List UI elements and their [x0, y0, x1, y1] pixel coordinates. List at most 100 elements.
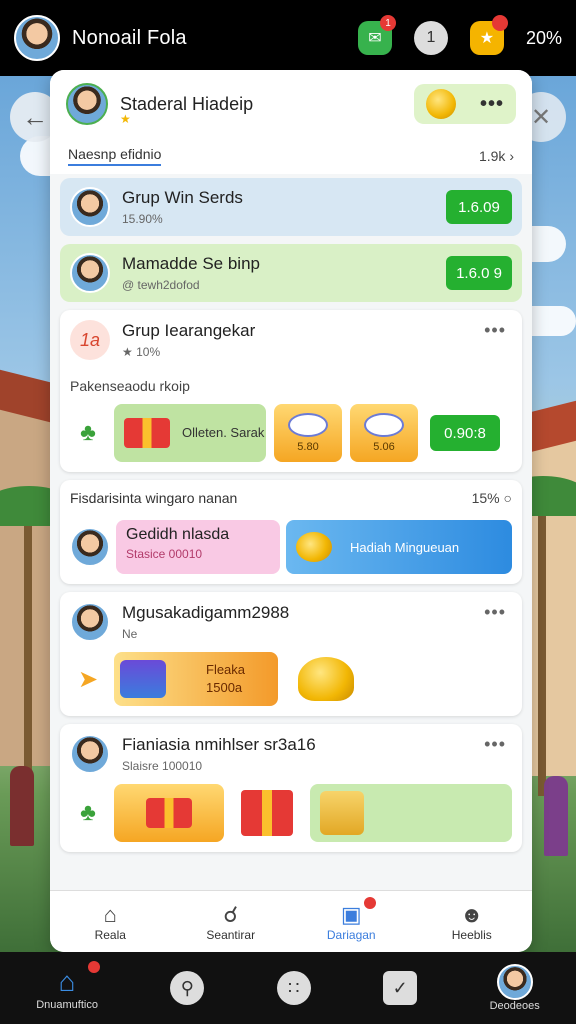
- group-name: Mamadde Se binp: [122, 254, 260, 273]
- home-icon: ⌂: [58, 966, 76, 997]
- offer-title: Gedidh nlasda: [126, 526, 230, 543]
- group-meta: 15.90%: [122, 212, 163, 226]
- dock-apps[interactable]: ∷: [276, 971, 311, 1005]
- reward-label: Fleaka 1500a: [206, 661, 246, 695]
- card-title: Grup Iearangekar: [122, 321, 256, 340]
- battery-level: 20%: [525, 27, 562, 48]
- group-avatar: [70, 187, 110, 227]
- offer-sub: Stasice 00010: [126, 547, 203, 561]
- profile-header: Staderal Hiadeip ★ •••: [50, 70, 532, 138]
- group-name: Grup Win Serds: [122, 188, 243, 207]
- claim-button[interactable]: 0.90:8: [430, 415, 500, 451]
- reward-tile[interactable]: Fleaka 1500a: [114, 652, 278, 706]
- gift-bag-icon: [320, 791, 364, 835]
- search-icon: ⚲: [170, 971, 205, 1005]
- main-panel: Staderal Hiadeip ★ ••• Naesnp efidnio 1.…: [50, 70, 532, 952]
- card-subtitle: Pakenseaodu rkoip: [70, 378, 190, 394]
- reward-tile[interactable]: 5.80: [274, 404, 342, 462]
- calendar-icon: ▣: [340, 901, 362, 927]
- gift-icon: [124, 418, 170, 448]
- notification-dot: [87, 961, 100, 973]
- reward-label: Olleten. Sarak: [182, 424, 265, 440]
- user-avatar[interactable]: [14, 15, 60, 61]
- event-card: Fisdarisinta wingaro nanan 15% ○ Gedidh …: [60, 480, 522, 584]
- offer-tile[interactable]: Gedidh nlasda Stasice 00010: [116, 520, 280, 574]
- weekly-prize-label: Hadiah Mingueuan: [350, 539, 460, 555]
- bottom-nav: ⌂ Reala ☌ Seantirar ▣ Dariagan ☻ Heeblis: [50, 890, 532, 952]
- reward-price: 5.06: [373, 441, 395, 453]
- dock-search[interactable]: ⚲: [170, 971, 205, 1005]
- nav-home[interactable]: ⌂ Reala: [50, 891, 171, 952]
- dock-home[interactable]: ⌂ Dnuamuftico: [36, 961, 100, 1011]
- profile-avatar: [496, 964, 533, 1000]
- dock-profile[interactable]: Deodeoes: [490, 964, 540, 1012]
- chat-icon[interactable]: ✉ 1: [357, 15, 396, 55]
- reward-icon[interactable]: ★: [469, 15, 508, 55]
- group-card: ••• Fianiasia nmihlser sr3a16 Slaisre 10…: [60, 724, 522, 852]
- chat-badge: 1: [379, 15, 396, 31]
- gift-tile[interactable]: [114, 784, 224, 842]
- info-icon[interactable]: 1: [413, 21, 448, 55]
- reward-badge: [491, 15, 508, 31]
- coin-stack-icon: [296, 532, 332, 562]
- basket-icon: [120, 660, 166, 698]
- home-icon: ⌂: [103, 901, 117, 927]
- group-row[interactable]: Grup Win Serds 15.90% 1.6.09: [60, 178, 522, 236]
- search-icon: ☌: [223, 901, 239, 927]
- group-logo: 1a: [70, 320, 110, 360]
- group-avatar: [70, 253, 110, 293]
- clover-icon: ♣: [80, 799, 96, 826]
- group-row[interactable]: Mamadde Se binp @ tewh2dofod 1.6.0 9: [60, 244, 522, 302]
- coin-icon[interactable]: [425, 89, 456, 119]
- reward-tile[interactable]: 5.06: [350, 404, 418, 462]
- profile-avatar[interactable]: [66, 83, 108, 125]
- card-title: Mgusakadigamm2988: [122, 603, 290, 622]
- bell-icon[interactable]: [298, 657, 354, 701]
- nav-groups[interactable]: ▣ Dariagan: [291, 891, 412, 952]
- gift-box-icon: [241, 790, 293, 836]
- card-count: 15% ○: [471, 490, 512, 506]
- gift-icon: [146, 798, 192, 828]
- app-title: Nonoail Fola: [72, 26, 187, 49]
- star-icon: ★: [120, 112, 131, 126]
- top-status-bar: Nonoail Fola ✉ 1 1 ★ 20%: [0, 0, 576, 76]
- reward-price: 5.80: [297, 441, 319, 453]
- clover-icon: ♣: [80, 419, 96, 446]
- section-count[interactable]: 1.9k ›: [479, 148, 514, 164]
- card-meta: ★ 10%: [122, 345, 161, 359]
- reward-tile[interactable]: Olleten. Sarak: [114, 404, 266, 462]
- more-options-icon[interactable]: •••: [484, 734, 506, 755]
- person-icon: ☻: [460, 901, 484, 927]
- group-action-button[interactable]: 1.6.0 9: [446, 256, 512, 290]
- member-avatar: [70, 527, 110, 567]
- group-card: ••• Mgusakadigamm2988 Ne ➤ Fleaka 1500a: [60, 592, 522, 716]
- group-action-button[interactable]: 1.6.09: [446, 190, 512, 224]
- system-dock: ⌂ Dnuamuftico ⚲ ∷ ✓ Deodeoes: [0, 952, 576, 1024]
- more-options-icon[interactable]: •••: [484, 320, 506, 341]
- card-meta: Ne: [122, 627, 138, 641]
- more-options-icon[interactable]: •••: [480, 93, 504, 116]
- check-icon: ✓: [383, 971, 418, 1005]
- carrot-icon: ➤: [77, 665, 99, 693]
- group-avatar: [70, 602, 110, 642]
- weekly-prize-button[interactable]: Hadiah Mingueuan: [286, 520, 512, 574]
- profile-actions: •••: [414, 84, 516, 124]
- plate-icon: [288, 413, 328, 437]
- plate-icon: [364, 413, 404, 437]
- section-header: Naesnp efidnio 1.9k ›: [50, 138, 532, 174]
- notification-dot: [363, 897, 376, 909]
- apps-icon: ∷: [276, 971, 311, 1005]
- card-title: Fianiasia nmihlser sr3a16: [122, 735, 316, 754]
- nav-profile[interactable]: ☻ Heeblis: [412, 891, 533, 952]
- nav-search[interactable]: ☌ Seantirar: [171, 891, 292, 952]
- card-title: Fisdarisinta wingaro nanan: [70, 490, 238, 506]
- card-meta: Slaisre 100010: [122, 759, 203, 773]
- group-meta: @ tewh2dofod: [122, 278, 200, 292]
- more-options-icon[interactable]: •••: [484, 602, 506, 623]
- dock-tasks[interactable]: ✓: [383, 971, 418, 1005]
- gift-tile[interactable]: [232, 784, 302, 842]
- gift-tile[interactable]: [310, 784, 512, 842]
- profile-name: Staderal Hiadeip: [120, 93, 254, 114]
- section-label: Naesnp efidnio: [68, 146, 162, 166]
- group-avatar: [70, 734, 110, 774]
